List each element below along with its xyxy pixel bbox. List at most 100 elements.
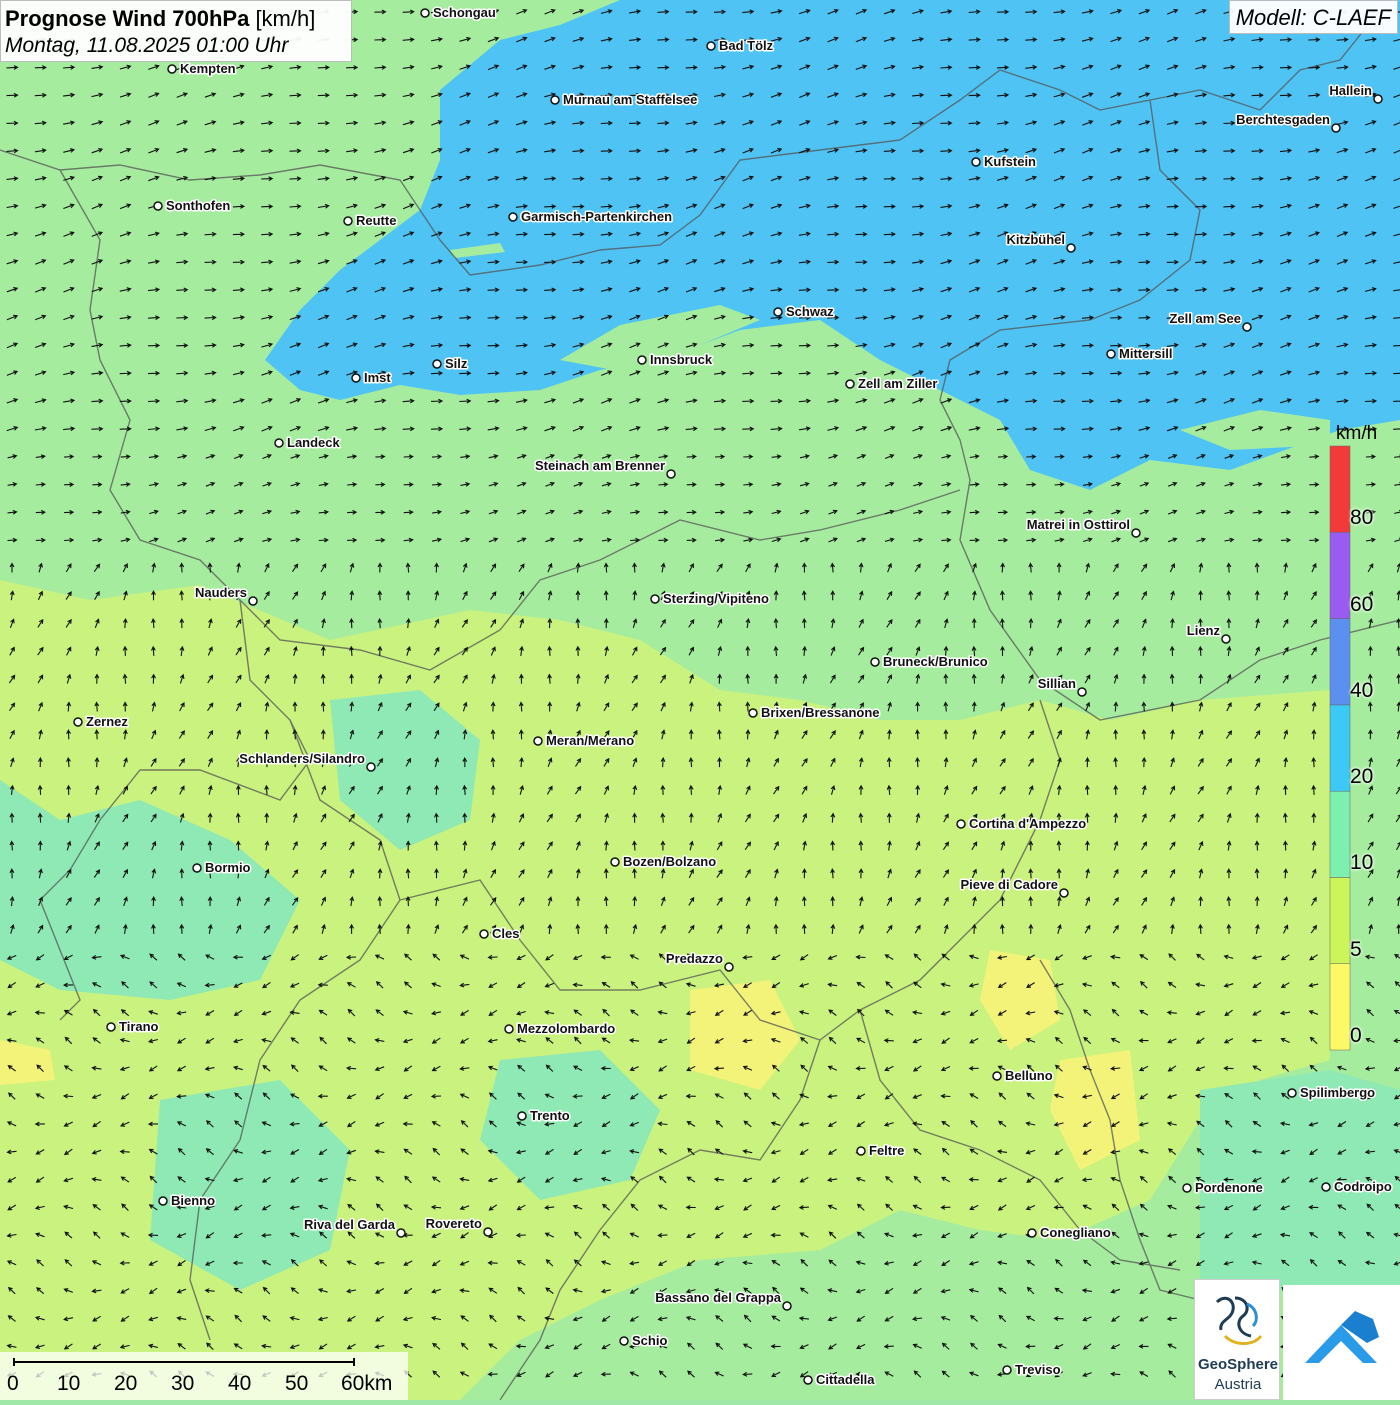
city-label: Garmisch-Partenkirchen bbox=[521, 209, 672, 224]
city-label: Feltre bbox=[869, 1143, 904, 1158]
city-label: Bassano del Grappa bbox=[655, 1290, 781, 1305]
city-dot bbox=[957, 820, 965, 828]
legend-color-bar bbox=[1330, 446, 1350, 1050]
legend-swatch bbox=[1330, 964, 1350, 1050]
model-label: Modell: C-LAEF bbox=[1229, 0, 1398, 34]
city-dot bbox=[518, 1112, 526, 1120]
city-label: Imst bbox=[364, 370, 391, 385]
city-label: Bad Tölz bbox=[719, 38, 774, 53]
city-dot bbox=[484, 1228, 492, 1236]
city-dot bbox=[993, 1072, 1001, 1080]
city-label: Steinach am Brenner bbox=[535, 458, 665, 473]
city-marker: Conegliano bbox=[1028, 1225, 1111, 1240]
city-dot bbox=[651, 595, 659, 603]
city-dot bbox=[857, 1147, 865, 1155]
legend-swatch bbox=[1330, 877, 1350, 963]
title-main-text: Prognose Wind 700hPa bbox=[5, 6, 249, 31]
legend-label: 10 bbox=[1350, 851, 1373, 875]
legend-swatch bbox=[1330, 705, 1350, 791]
city-label: Trento bbox=[530, 1108, 570, 1123]
city-dot bbox=[505, 1025, 513, 1033]
scale-tick-label: 60km bbox=[341, 1372, 392, 1396]
city-dot bbox=[725, 963, 733, 971]
scale-tick-label: 30 bbox=[171, 1372, 194, 1396]
city-dot bbox=[1028, 1229, 1036, 1237]
city-dot bbox=[749, 709, 757, 717]
city-marker: Bruneck/Brunico bbox=[871, 654, 988, 669]
city-label: Murnau am Staffelsee bbox=[563, 92, 697, 107]
city-dot bbox=[1332, 124, 1340, 132]
city-label: Sonthofen bbox=[166, 198, 230, 213]
city-dot bbox=[107, 1023, 115, 1031]
city-label: Nauders bbox=[195, 585, 247, 600]
city-label: Pordenone bbox=[1195, 1180, 1263, 1195]
city-label: Bruneck/Brunico bbox=[883, 654, 988, 669]
city-label: Mezzolombardo bbox=[517, 1021, 615, 1036]
city-label: Rovereto bbox=[426, 1216, 482, 1231]
city-label: Schwaz bbox=[786, 304, 834, 319]
city-dot bbox=[433, 360, 441, 368]
city-label: Predazzo bbox=[666, 951, 723, 966]
scale-tick-label: 40 bbox=[228, 1372, 251, 1396]
city-label: Treviso bbox=[1015, 1362, 1061, 1377]
legend-label: 60 bbox=[1350, 593, 1373, 617]
city-label: Cles bbox=[492, 926, 519, 941]
city-marker: Meran/Merano bbox=[534, 733, 634, 748]
city-label: Schlanders/Silandro bbox=[239, 751, 365, 766]
city-label: Belluno bbox=[1005, 1068, 1053, 1083]
scale-tick-label: 0 bbox=[7, 1372, 19, 1396]
legend-swatch bbox=[1330, 446, 1350, 532]
city-label: Landeck bbox=[287, 435, 341, 450]
city-marker: Sterzing/Vipiteno bbox=[651, 591, 769, 606]
city-dot bbox=[972, 158, 980, 166]
city-dot bbox=[846, 380, 854, 388]
city-label: Tirano bbox=[119, 1019, 159, 1034]
city-dot bbox=[871, 658, 879, 666]
app-logo bbox=[1283, 1285, 1400, 1400]
city-dot bbox=[509, 213, 517, 221]
city-dot bbox=[1107, 350, 1115, 358]
legend-swatch bbox=[1330, 532, 1350, 618]
city-dot bbox=[275, 439, 283, 447]
city-label: Riva del Garda bbox=[304, 1217, 396, 1232]
city-dot bbox=[421, 9, 429, 17]
city-label: Conegliano bbox=[1040, 1225, 1111, 1240]
city-dot bbox=[367, 763, 375, 771]
city-label: Codroipo bbox=[1334, 1179, 1392, 1194]
wind-forecast-map: SchongauBad TölzKemptenMurnau am Staffel… bbox=[0, 0, 1400, 1400]
city-label: Cortina d'Ampezzo bbox=[969, 816, 1086, 831]
title-unit: [km/h] bbox=[255, 6, 315, 31]
city-marker: Bozen/Bolzano bbox=[611, 854, 716, 869]
city-dot bbox=[397, 1229, 405, 1237]
city-label: Schongau bbox=[433, 5, 496, 20]
city-marker: Brixen/Bressanone bbox=[749, 705, 880, 720]
city-dot bbox=[774, 308, 782, 316]
city-label: Hallein bbox=[1329, 83, 1372, 98]
city-label: Reutte bbox=[356, 213, 396, 228]
legend-label: 80 bbox=[1350, 506, 1373, 530]
city-label: Cittadella bbox=[816, 1372, 875, 1387]
city-label: Brixen/Bressanone bbox=[761, 705, 880, 720]
city-dot bbox=[620, 1337, 628, 1345]
legend-swatch bbox=[1330, 619, 1350, 705]
geosphere-logo-subtext: Austria bbox=[1195, 1376, 1281, 1393]
geosphere-logo: GeoSphere Austria bbox=[1194, 1279, 1280, 1400]
city-marker: Spilimbergo bbox=[1288, 1085, 1375, 1100]
city-marker: Murnau am Staffelsee bbox=[551, 92, 697, 107]
city-label: Silz bbox=[445, 356, 468, 371]
city-label: Pieve di Cadore bbox=[960, 877, 1058, 892]
city-dot bbox=[352, 374, 360, 382]
scale-tick-label: 20 bbox=[114, 1372, 137, 1396]
scale-tick-label: 50 bbox=[285, 1372, 308, 1396]
legend-label: 0 bbox=[1350, 1024, 1362, 1048]
city-dot bbox=[154, 202, 162, 210]
city-label: Sillian bbox=[1038, 676, 1076, 691]
city-label: Zell am See bbox=[1169, 311, 1241, 326]
city-dot bbox=[1078, 688, 1086, 696]
city-dot bbox=[534, 737, 542, 745]
city-marker: Cortina d'Ampezzo bbox=[957, 816, 1086, 831]
city-dot bbox=[667, 470, 675, 478]
city-label: Bozen/Bolzano bbox=[623, 854, 716, 869]
city-dot bbox=[611, 858, 619, 866]
city-dot bbox=[193, 864, 201, 872]
